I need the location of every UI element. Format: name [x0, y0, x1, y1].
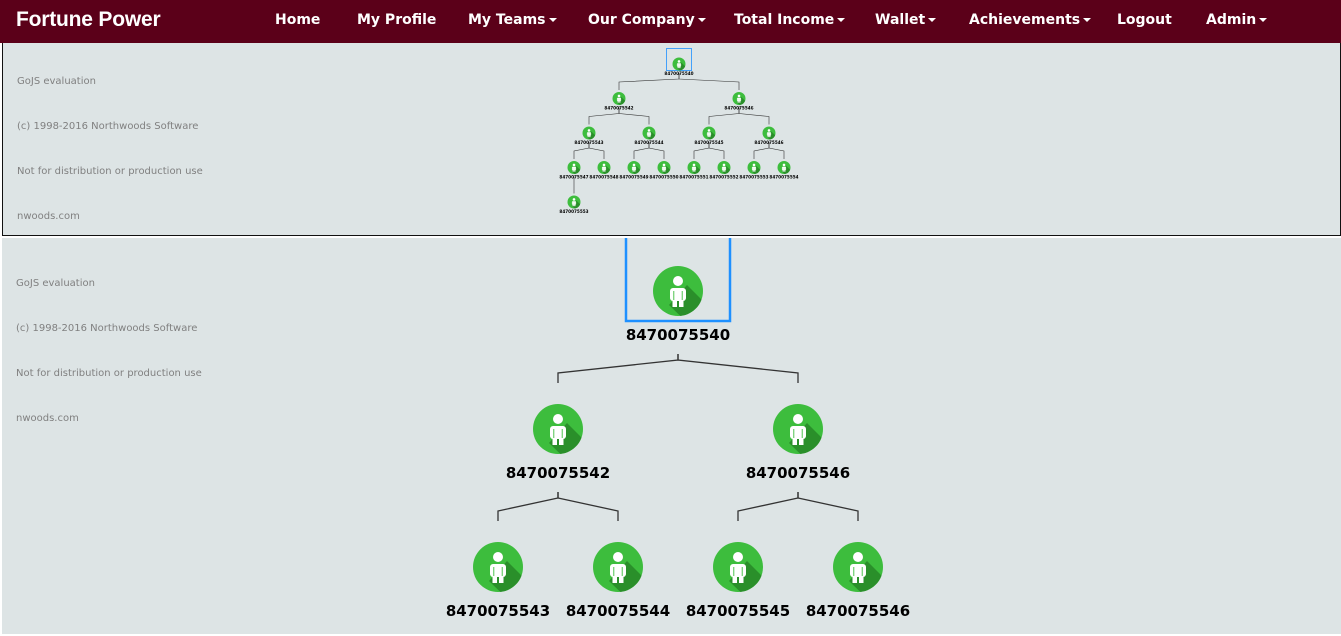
- caret-down-icon: [697, 18, 706, 22]
- tree-node[interactable]: 8470075551: [679, 161, 709, 180]
- node-id-label: 8470075548: [589, 175, 618, 180]
- nav-item-label: Home: [275, 12, 321, 28]
- caret-down-icon: [548, 18, 557, 22]
- node-id-label: 8470075543: [446, 602, 550, 620]
- nav-item-label: My Teams: [468, 12, 546, 28]
- node-id-label: 8470075540: [626, 326, 730, 344]
- tree-node[interactable]: 8470075540: [624, 238, 732, 344]
- tree-node[interactable]: 8470075547: [559, 161, 589, 180]
- node-id-label: 8470075542: [506, 464, 610, 482]
- node-id-label: 8470075543: [574, 140, 603, 145]
- tree-node[interactable]: 8470075554: [769, 161, 799, 180]
- nav-item-label: Logout: [1117, 12, 1172, 28]
- nav-item-label: Admin: [1206, 12, 1257, 28]
- node-id-label: 8470075542: [604, 106, 633, 111]
- tree-node[interactable]: 8470075546: [754, 126, 784, 146]
- tree-node[interactable]: 8470075550: [649, 161, 679, 180]
- node-id-label: 8470075553: [559, 209, 588, 214]
- node-id-label: 8470075544: [566, 602, 670, 620]
- tree-node[interactable]: 8470075543: [574, 126, 604, 146]
- tree-node[interactable]: 8470075542: [506, 404, 610, 482]
- tree-node[interactable]: 8470075544: [566, 542, 670, 620]
- nav-item-label: Total Income: [734, 12, 835, 28]
- tree-node[interactable]: 8470075546: [724, 92, 754, 111]
- nav-item-wallet[interactable]: Wallet: [875, 12, 937, 28]
- tree-overview-panel[interactable]: GoJS evaluation (c) 1998-2016 Northwoods…: [2, 43, 1341, 236]
- tree-nodes: 8470075540 8470075542 8470075543 8470075544…: [446, 238, 910, 620]
- node-id-label: 8470075553: [739, 175, 768, 180]
- node-id-label: 8470075554: [769, 175, 798, 180]
- caret-down-icon: [928, 18, 937, 22]
- tree-link: [557, 492, 619, 521]
- nav-item-label: Wallet: [875, 12, 926, 28]
- tree-node[interactable]: 8470075553: [739, 161, 769, 180]
- tree-node[interactable]: 8470075549: [619, 161, 649, 180]
- tree-node[interactable]: 8470075548: [589, 161, 619, 180]
- nav-item-my-profile[interactable]: My Profile: [357, 12, 436, 28]
- node-id-label: 8470075546: [806, 602, 910, 620]
- main-diagram[interactable]: 8470075540 8470075542 8470075543 8470075544…: [2, 238, 1341, 634]
- node-id-label: 8470075550: [649, 175, 678, 180]
- node-id-label: 8470075545: [694, 140, 723, 145]
- nav-item-admin[interactable]: Admin: [1206, 12, 1268, 28]
- tree-link: [497, 492, 559, 521]
- node-id-label: 8470075546: [724, 106, 753, 111]
- node-id-label: 8470075551: [679, 175, 708, 180]
- node-id-label: 8470075544: [634, 140, 663, 145]
- nav-item-logout[interactable]: Logout: [1117, 12, 1172, 28]
- node-id-label: 8470075547: [559, 175, 588, 180]
- tree-link: [797, 492, 859, 521]
- tree-node[interactable]: 8470075542: [604, 92, 634, 111]
- tree-diagram-panel[interactable]: GoJS evaluation (c) 1998-2016 Northwoods…: [2, 238, 1341, 634]
- caret-down-icon: [837, 18, 846, 22]
- navbar: Fortune Power Home My Profile My Teams Our …: [0, 0, 1341, 43]
- overview-diagram[interactable]: 8470075540 8470075542 8470075543 8470075547…: [3, 43, 1340, 235]
- node-id-label: 8470075540: [664, 71, 693, 76]
- caret-down-icon: [1083, 18, 1092, 22]
- tree-node[interactable]: 8470075544: [634, 126, 664, 146]
- node-id-label: 8470075552: [709, 175, 738, 180]
- tree-node[interactable]: 8470075545: [694, 126, 724, 146]
- nav-item-label: Achievements: [969, 12, 1081, 28]
- tree-node[interactable]: 8470075553: [559, 195, 589, 215]
- nav-item-total-income[interactable]: Total Income: [734, 12, 846, 28]
- tree-node[interactable]: 8470075543: [446, 542, 550, 620]
- tree-link: [737, 492, 799, 521]
- brand-logo[interactable]: Fortune Power: [16, 8, 161, 32]
- nav-item-home[interactable]: Home: [275, 12, 320, 28]
- tree-node[interactable]: 8470075540: [664, 48, 694, 77]
- node-id-label: 8470075546: [746, 464, 850, 482]
- nav-item-our-company[interactable]: Our Company: [588, 12, 706, 28]
- nav-item-my-teams[interactable]: My Teams: [468, 12, 557, 28]
- nav-item-label: My Profile: [357, 12, 437, 28]
- caret-down-icon: [1259, 18, 1268, 22]
- nav-item-label: Our Company: [588, 12, 695, 28]
- node-id-label: 8470075546: [754, 140, 783, 145]
- tree-link: [557, 354, 679, 383]
- node-id-label: 8470075545: [686, 602, 790, 620]
- nav-item-achievements[interactable]: Achievements: [969, 12, 1092, 28]
- tree-link: [677, 354, 799, 383]
- tree-node[interactable]: 8470075546: [806, 542, 910, 620]
- tree-node[interactable]: 8470075546: [746, 404, 850, 482]
- tree-nodes: 8470075540 8470075542 8470075543 8470075547…: [559, 48, 799, 215]
- node-id-label: 8470075549: [619, 175, 648, 180]
- tree-node[interactable]: 8470075552: [709, 161, 739, 180]
- tree-node[interactable]: 8470075545: [686, 542, 790, 620]
